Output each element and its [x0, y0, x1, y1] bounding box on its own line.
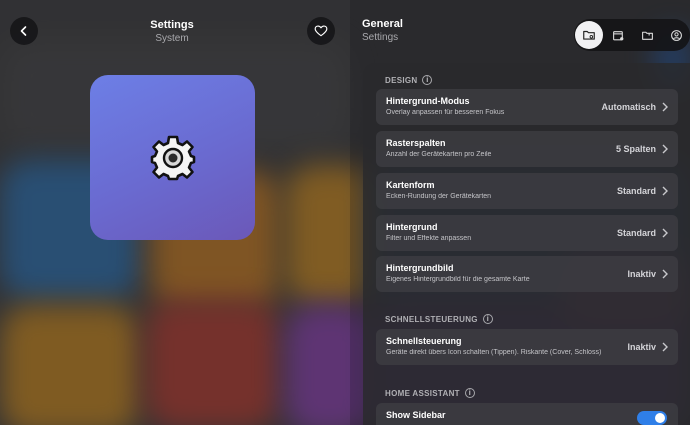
folder-settings-icon — [583, 30, 595, 40]
chevron-right-icon — [662, 342, 668, 352]
settings-icon-bar — [574, 19, 690, 51]
chevron-right-icon — [662, 102, 668, 112]
chevron-left-icon — [20, 26, 27, 36]
setting-value: Standard — [616, 228, 656, 238]
folder-tab[interactable] — [633, 21, 661, 49]
left-subtitle: System — [155, 33, 189, 44]
system-settings-tile — [90, 75, 255, 240]
setting-value: Automatisch — [601, 102, 656, 112]
setting-row-card-shape[interactable]: Kartenform Ecken-Rundung der Gerätekarte… — [376, 173, 678, 209]
info-icon[interactable]: i — [464, 388, 475, 398]
heart-icon — [314, 25, 328, 37]
gear-icon — [150, 135, 195, 180]
general-settings-tab[interactable] — [575, 21, 603, 49]
right-header-title: General Settings — [362, 17, 403, 45]
setting-row-background[interactable]: Hintergrund Filter und Effekte anpassen … — [376, 215, 678, 251]
setting-row-background-image[interactable]: Hintergrundbild Eigenes Hintergrundbild … — [376, 256, 678, 292]
right-title: General — [362, 18, 403, 30]
section-header-home-assistant: HOME ASSISTANT i — [385, 388, 475, 398]
folder-icon — [641, 31, 653, 40]
chevron-right-icon — [662, 228, 668, 238]
left-header-title: Settings System — [122, 18, 222, 46]
calendar-settings-icon — [612, 30, 623, 40]
setting-row-show-sidebar[interactable]: Show Sidebar — [376, 403, 678, 425]
right-subtitle: Settings — [362, 32, 399, 43]
calendar-settings-tab[interactable] — [604, 21, 632, 49]
info-icon[interactable]: i — [482, 314, 493, 324]
chevron-right-icon — [662, 144, 668, 154]
setting-row-grid-columns[interactable]: Rasterspalten Anzahl der Gerätekarten pr… — [376, 131, 678, 167]
chevron-right-icon — [662, 186, 668, 196]
show-sidebar-toggle[interactable] — [637, 411, 667, 425]
info-icon[interactable]: i — [422, 75, 433, 85]
left-title: Settings — [150, 19, 194, 31]
setting-value: Standard — [616, 186, 656, 196]
chevron-right-icon — [662, 269, 668, 279]
setting-value: 5 Spalten — [615, 144, 656, 154]
account-tab[interactable] — [662, 21, 690, 49]
setting-value: Inaktiv — [627, 342, 656, 352]
section-header-quick-control: SCHNELLSTEUERUNG i — [385, 314, 493, 324]
setting-value: Inaktiv — [627, 269, 656, 279]
section-header-design: DESIGN i — [385, 75, 433, 85]
favorite-button[interactable] — [307, 17, 335, 45]
back-button[interactable] — [10, 17, 38, 45]
account-circle-icon — [670, 29, 682, 41]
setting-row-background-mode[interactable]: Hintergrund-Modus Overlay anpassen für b… — [376, 89, 678, 125]
setting-row-quick-control[interactable]: Schnellsteuerung Geräte direkt übers Ico… — [376, 329, 678, 365]
